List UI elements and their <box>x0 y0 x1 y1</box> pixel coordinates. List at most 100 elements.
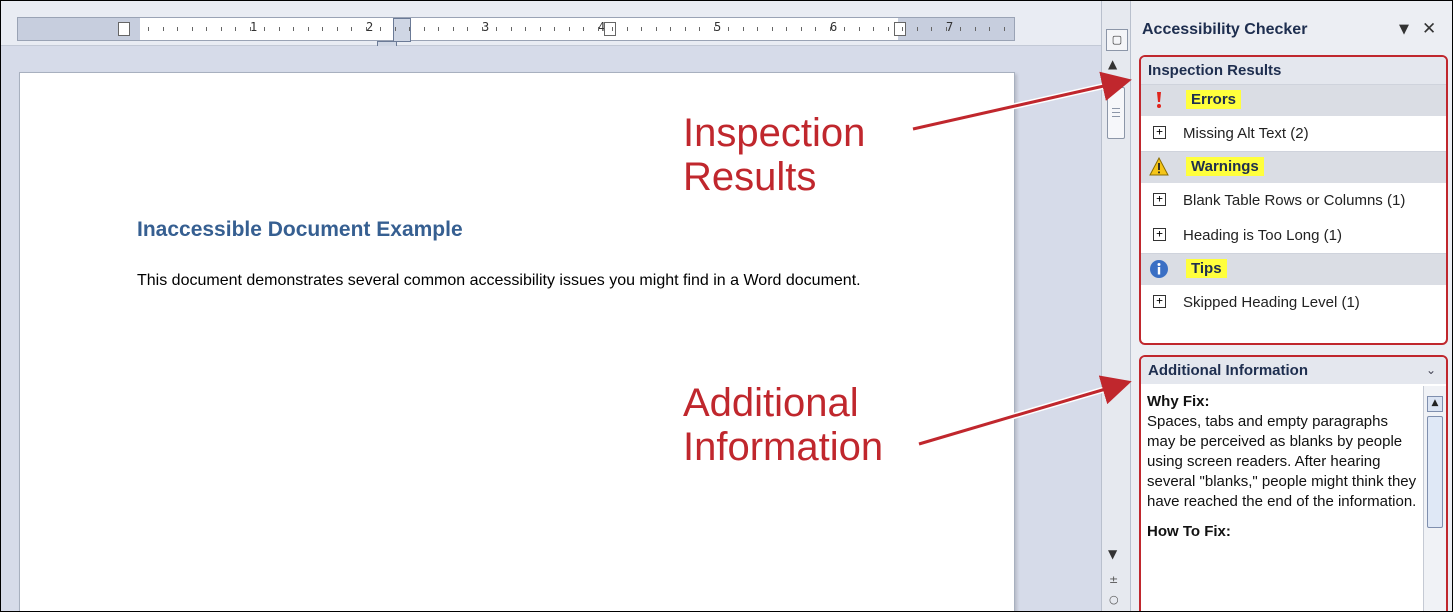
ruler-tick <box>249 27 251 31</box>
ruler-tick <box>873 27 874 31</box>
callout-line: Additional <box>683 381 859 425</box>
ruler-tab-stop[interactable] <box>894 22 906 36</box>
ruler-tick <box>1003 27 1005 31</box>
ruler-tick <box>568 27 570 31</box>
info-scroll-thumb[interactable] <box>1427 416 1443 528</box>
ruler-tick <box>931 27 932 31</box>
additional-information-callout: Additional Information <box>683 381 883 469</box>
ruler-tick <box>191 27 193 31</box>
ruler-tick <box>380 27 381 31</box>
ruler-tick <box>409 27 410 31</box>
additional-information-section: Additional Information ⌄ Why Fix: Spaces… <box>1139 355 1448 611</box>
category-warnings[interactable]: Warnings <box>1141 151 1446 183</box>
ruler-right-margin <box>898 18 1014 40</box>
word-window: 1 2 3 4 5 6 7 Inaccessible Document Exam… <box>0 0 1453 612</box>
ruler-tick <box>800 27 802 31</box>
ruler-tick <box>960 27 961 31</box>
chevron-down-icon[interactable]: ⌄ <box>1426 363 1436 377</box>
pane-title: Accessibility Checker <box>1142 21 1308 38</box>
horizontal-ruler[interactable]: 1 2 3 4 5 6 7 <box>1 1 1101 51</box>
previous-page-icon[interactable]: ± <box>1109 573 1118 586</box>
ruler-tick <box>902 27 903 31</box>
ruler-tick <box>467 27 468 31</box>
ruler-tick <box>974 27 976 31</box>
ruler-tick <box>757 27 758 31</box>
ruler-tick <box>626 27 628 31</box>
ruler-tick <box>307 27 309 31</box>
ruler-tick <box>206 27 207 31</box>
ruler-tick <box>423 27 425 31</box>
ruler-tick <box>264 27 265 31</box>
issue-item[interactable]: + Blank Table Rows or Columns (1) <box>1141 183 1446 218</box>
info-scrollbar[interactable]: ▲ <box>1423 386 1446 611</box>
ruler-number: 7 <box>946 20 954 34</box>
ruler-number: 6 <box>830 20 838 34</box>
vertical-scrollbar[interactable]: ▢ ▲ ▼ ± ○ <box>1101 1 1131 611</box>
callout-line: Information <box>683 425 884 469</box>
issue-label: Skipped Heading Level (1) <box>1183 294 1360 311</box>
inspection-results-header: Inspection Results <box>1141 57 1446 84</box>
ruler-tick <box>989 27 990 31</box>
category-label: Tips <box>1186 259 1227 278</box>
ruler-tick <box>177 27 178 31</box>
ruler-tick <box>278 27 280 31</box>
view-ruler-button[interactable]: ▢ <box>1106 29 1128 51</box>
ruler-tick <box>336 27 338 31</box>
error-exclamation-icon <box>1157 92 1161 108</box>
expand-plus-icon[interactable]: + <box>1153 193 1166 206</box>
warning-triangle-icon <box>1149 157 1169 176</box>
document-area: Inaccessible Document Example This docum… <box>1 46 1101 611</box>
ruler-number: 2 <box>366 20 374 34</box>
issue-item[interactable]: + Skipped Heading Level (1) <box>1141 285 1446 320</box>
ruler-tick <box>641 27 642 31</box>
issue-label: Blank Table Rows or Columns (1) <box>1183 192 1406 209</box>
scroll-thumb[interactable] <box>1107 87 1125 139</box>
ruler-tick <box>539 27 541 31</box>
ruler-tick <box>452 27 454 31</box>
ruler-tick <box>394 27 396 31</box>
category-label: Errors <box>1186 90 1242 109</box>
ruler-tick <box>554 27 555 31</box>
ruler-tick <box>496 27 497 31</box>
expand-plus-icon[interactable]: + <box>1153 126 1166 139</box>
ruler-tick <box>728 27 729 31</box>
ruler-tick <box>829 27 831 31</box>
ruler-tab-stop[interactable] <box>118 22 130 36</box>
ruler-tick <box>742 27 744 31</box>
ruler-tick <box>597 27 599 31</box>
category-label: Warnings <box>1186 157 1264 176</box>
ruler-tab-stop[interactable] <box>604 22 616 36</box>
document-paragraph: This document demonstrates several commo… <box>137 272 861 289</box>
scroll-up-arrow-icon[interactable]: ▲ <box>1427 396 1443 412</box>
pane-menu-icon[interactable]: ▼ <box>1399 22 1409 37</box>
ruler-tick <box>887 27 889 31</box>
ruler-tick <box>771 27 773 31</box>
select-browse-object-icon[interactable]: ○ <box>1109 593 1119 606</box>
ruler-tick <box>684 27 686 31</box>
accessibility-checker-pane: Accessibility Checker ▼ ✕ Inspection Res… <box>1131 1 1452 611</box>
category-errors[interactable]: Errors <box>1141 84 1446 116</box>
ruler-tick <box>351 27 352 31</box>
scroll-up-arrow-icon[interactable]: ▲ <box>1108 57 1117 71</box>
expand-plus-icon[interactable]: + <box>1153 228 1166 241</box>
document-heading: Inaccessible Document Example <box>137 218 463 241</box>
category-tips[interactable]: Tips <box>1141 253 1446 285</box>
issue-item[interactable]: + Heading is Too Long (1) <box>1141 218 1446 253</box>
ruler-tick <box>481 27 483 31</box>
info-circle-icon <box>1150 260 1168 278</box>
document-page[interactable]: Inaccessible Document Example This docum… <box>19 72 1015 611</box>
issue-item[interactable]: + Missing Alt Text (2) <box>1141 116 1446 151</box>
callout-line: Results <box>683 155 817 199</box>
ruler-tick <box>844 27 845 31</box>
close-icon[interactable]: ✕ <box>1422 19 1436 39</box>
issue-label: Heading is Too Long (1) <box>1183 227 1342 244</box>
ruler-tick <box>945 27 947 31</box>
ruler-tick <box>583 27 584 31</box>
ruler-number: 3 <box>482 20 490 34</box>
expand-plus-icon[interactable]: + <box>1153 295 1166 308</box>
how-to-fix-label: How To Fix: <box>1147 523 1231 540</box>
additional-information-body: Why Fix: Spaces, tabs and empty paragrap… <box>1141 386 1425 611</box>
ruler-tick <box>148 27 149 31</box>
scroll-down-arrow-icon[interactable]: ▼ <box>1108 547 1117 561</box>
ruler-tick <box>220 27 222 31</box>
